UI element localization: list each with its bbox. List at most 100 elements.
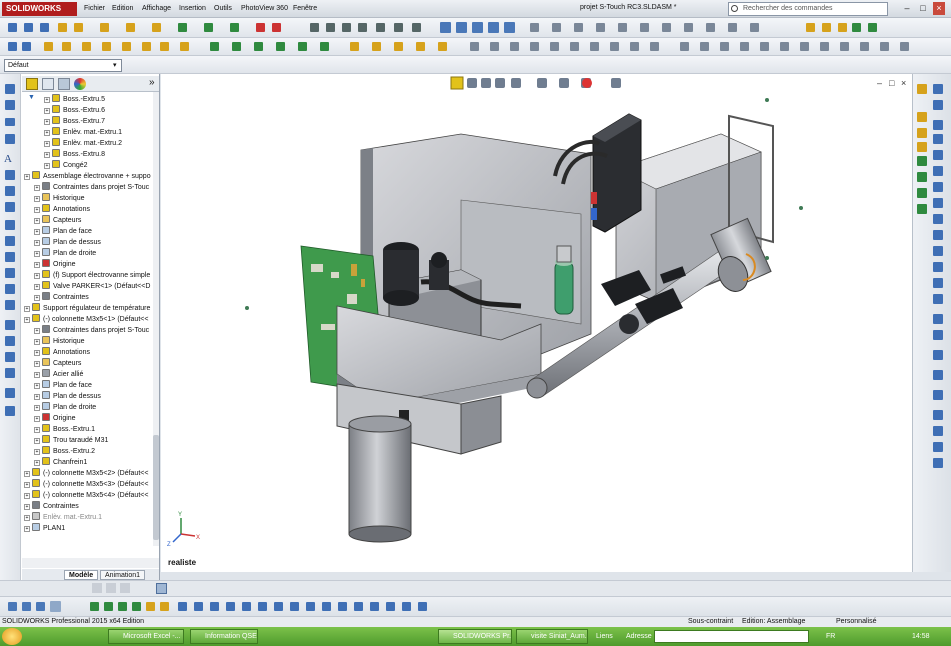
heads-up-view-toolbar[interactable] xyxy=(450,76,621,90)
tree-item[interactable]: + Plan de droite xyxy=(22,402,153,413)
minimize-icon[interactable]: – xyxy=(901,2,913,15)
tree-item[interactable]: + (-) colonnette M3x5<1> (Défaut<< xyxy=(22,314,153,325)
tree-item[interactable]: + (-) colonnette M3x5<3> (Défaut<< xyxy=(22,479,153,490)
menu-affichage[interactable]: Affichage xyxy=(142,3,171,15)
tree-item[interactable]: + Enlèv. mat.-Extru.1 xyxy=(22,127,153,138)
expand-icon[interactable]: + xyxy=(34,394,40,400)
tree-item[interactable]: + (-) colonnette M3x5<2> (Défaut<< xyxy=(22,468,153,479)
sketch-tools-icons[interactable]: A xyxy=(0,74,21,580)
task-solidworks[interactable]: SOLIDWORKS Pr... xyxy=(438,629,512,644)
expand-icon[interactable]: + xyxy=(34,284,40,290)
expand-panel-icon[interactable]: » xyxy=(149,77,155,88)
expand-icon[interactable]: + xyxy=(24,526,30,532)
tree-horizontal-scrollbar[interactable] xyxy=(22,558,159,568)
feature-manager-tab-icon[interactable] xyxy=(26,78,38,90)
tree-item[interactable]: + Enlèv. mat.-Extru.2 xyxy=(22,138,153,149)
tree-item[interactable]: + Boss.-Extru.8 xyxy=(22,149,153,160)
tree-item[interactable]: + Origine xyxy=(22,413,153,424)
expand-icon[interactable]: + xyxy=(24,504,30,510)
start-button[interactable] xyxy=(2,628,22,645)
tree-item[interactable]: + Boss.-Extru.5 xyxy=(22,94,153,105)
menu-edition[interactable]: Edition xyxy=(112,3,133,15)
tree-item[interactable]: + Origine xyxy=(22,259,153,270)
tree-item[interactable]: + Capteurs xyxy=(22,358,153,369)
menu-insertion[interactable]: Insertion xyxy=(179,3,206,15)
expand-icon[interactable]: + xyxy=(34,460,40,466)
expand-icon[interactable]: + xyxy=(34,383,40,389)
expand-icon[interactable]: + xyxy=(34,416,40,422)
expand-icon[interactable]: + xyxy=(34,240,40,246)
property-manager-tab-icon[interactable] xyxy=(42,78,54,90)
expand-icon[interactable]: + xyxy=(24,482,30,488)
units-customized[interactable]: Personnalisé xyxy=(836,617,876,627)
expand-icon[interactable]: + xyxy=(44,97,50,103)
expand-icon[interactable]: + xyxy=(34,251,40,257)
tree-scrollbar-thumb[interactable] xyxy=(153,435,159,540)
bottom-toolbar-icons[interactable] xyxy=(0,597,951,617)
expand-icon[interactable]: + xyxy=(34,207,40,213)
expand-icon[interactable]: + xyxy=(34,328,40,334)
tree-item[interactable]: + Contraintes dans projet S-Touc xyxy=(22,182,153,193)
display-manager-tab-icon[interactable] xyxy=(74,78,86,90)
menu-fichier[interactable]: Fichier xyxy=(84,3,105,15)
expand-icon[interactable]: + xyxy=(34,449,40,455)
tree-item[interactable]: + Chanfrein1 xyxy=(22,457,153,468)
chevron-down-icon[interactable]: ▾ xyxy=(113,61,117,69)
tree-item[interactable]: + Historique xyxy=(22,336,153,347)
menu-photoview[interactable]: PhotoView 360 xyxy=(241,3,288,15)
tree-item[interactable]: + Enlèv. mat.-Extru.1 xyxy=(22,512,153,523)
tree-item[interactable]: + Contraintes xyxy=(22,501,153,512)
configuration-manager-tab-icon[interactable] xyxy=(58,78,70,90)
task-excel[interactable]: Microsoft Excel -... xyxy=(108,629,184,644)
close-icon[interactable]: × xyxy=(933,2,945,15)
expand-icon[interactable]: + xyxy=(44,163,50,169)
tree-item[interactable]: + Plan de face xyxy=(22,226,153,237)
snap-icon[interactable] xyxy=(92,583,102,593)
expand-icon[interactable]: + xyxy=(24,493,30,499)
task-information-qse[interactable]: Information QSE... xyxy=(190,629,258,644)
expand-icon[interactable]: + xyxy=(34,372,40,378)
solidworks-logo[interactable]: SOLIDWORKS xyxy=(2,2,77,16)
tree-item[interactable]: + Plan de droite xyxy=(22,248,153,259)
graphics-area[interactable]: – □ × Y X Z xyxy=(161,74,912,572)
task-visite-siniat[interactable]: visite Siniat_Aum... xyxy=(516,629,588,644)
address-input[interactable] xyxy=(654,630,809,643)
expand-icon[interactable]: + xyxy=(34,196,40,202)
snap-icon[interactable] xyxy=(120,583,130,593)
expand-icon[interactable]: + xyxy=(44,108,50,114)
tab-modele[interactable]: Modèle xyxy=(64,570,99,580)
tree-item[interactable]: + Valve PARKER<1> (Défaut<<D xyxy=(22,281,153,292)
expand-icon[interactable]: + xyxy=(34,438,40,444)
tree-item[interactable]: + Plan de dessus xyxy=(22,391,153,402)
expand-icon[interactable]: + xyxy=(34,405,40,411)
language-indicator[interactable]: FR xyxy=(826,631,835,643)
expand-icon[interactable]: + xyxy=(34,427,40,433)
tree-item[interactable]: + Plan de dessus xyxy=(22,237,153,248)
expand-icon[interactable]: + xyxy=(34,339,40,345)
expand-icon[interactable]: + xyxy=(44,119,50,125)
tree-item[interactable]: + Capteurs xyxy=(22,215,153,226)
expand-icon[interactable]: + xyxy=(24,515,30,521)
expand-icon[interactable]: + xyxy=(44,130,50,136)
expand-icon[interactable]: + xyxy=(34,350,40,356)
expand-icon[interactable]: + xyxy=(34,185,40,191)
expand-icon[interactable]: + xyxy=(24,471,30,477)
expand-icon[interactable]: + xyxy=(34,262,40,268)
tree-item[interactable]: + Contraintes dans projet S-Touc xyxy=(22,325,153,336)
command-search-input[interactable]: Rechercher des commandes xyxy=(728,2,888,16)
tree-item[interactable]: + Boss.-Extru.7 xyxy=(22,116,153,127)
tree-item[interactable]: + Boss.-Extru.2 xyxy=(22,446,153,457)
expand-icon[interactable]: + xyxy=(44,152,50,158)
menu-fenetre[interactable]: Fenêtre xyxy=(293,3,317,15)
tree-item[interactable]: + Annotations xyxy=(22,204,153,215)
tree-item[interactable]: + Trou taraudé M31 xyxy=(22,435,153,446)
tree-item[interactable]: + Boss.-Extru.1 xyxy=(22,424,153,435)
toolbar-icons-row-2[interactable] xyxy=(0,38,951,56)
expand-icon[interactable]: + xyxy=(34,229,40,235)
expand-icon[interactable]: + xyxy=(24,317,30,323)
tree-item[interactable]: + (-) colonnette M3x5<4> (Défaut<< xyxy=(22,490,153,501)
maximize-icon[interactable]: □ xyxy=(917,2,929,15)
tree-item[interactable]: + Historique xyxy=(22,193,153,204)
tree-item[interactable]: + Acier allié xyxy=(22,369,153,380)
tree-item[interactable]: + Plan de face xyxy=(22,380,153,391)
